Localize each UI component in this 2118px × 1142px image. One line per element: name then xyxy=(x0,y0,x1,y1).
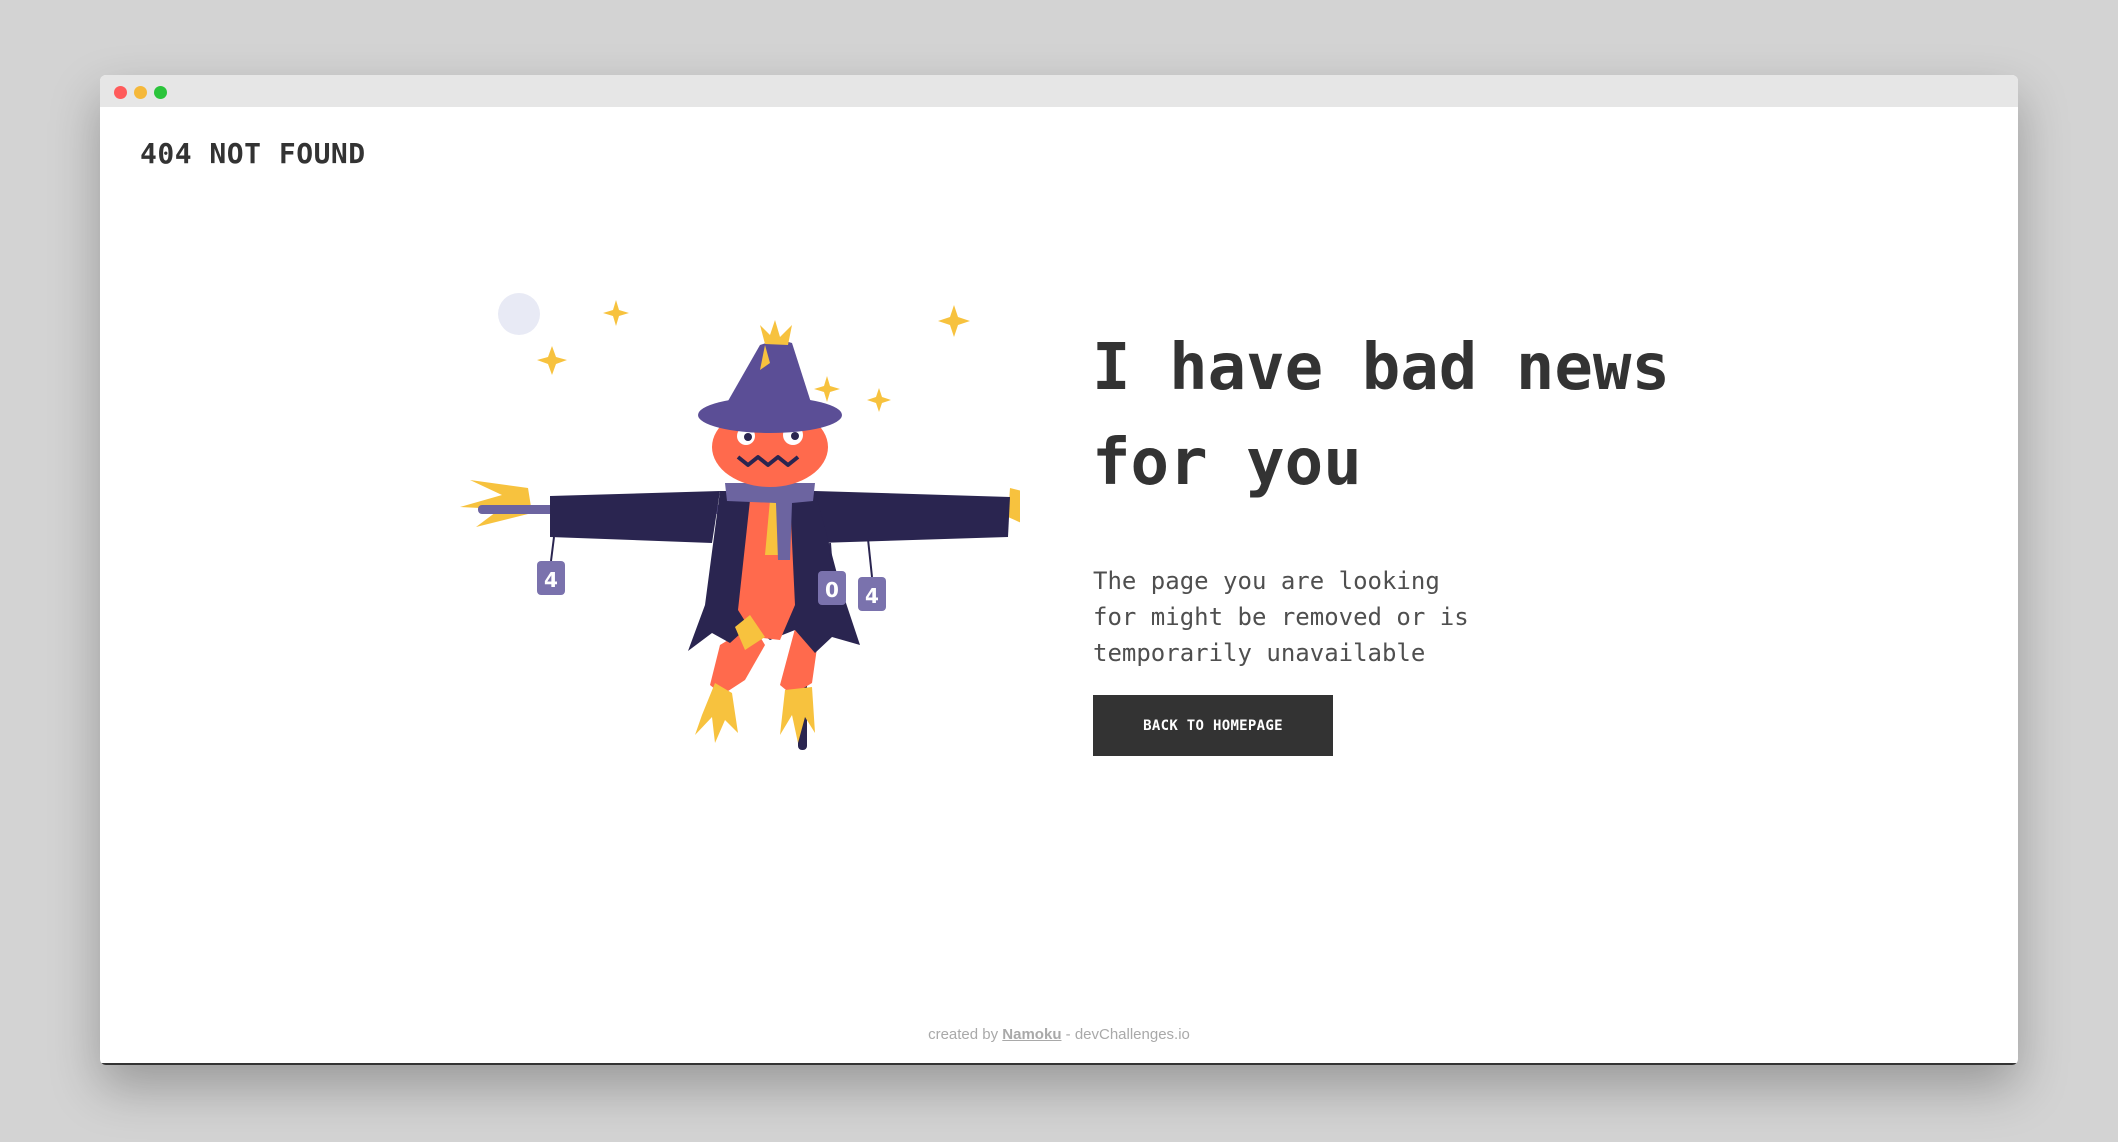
browser-window: 404 NOT FOUND 4 0 4 I have bad news for … xyxy=(100,75,2018,1065)
close-window-button[interactable] xyxy=(114,86,127,99)
can-label-middle: 0 xyxy=(825,578,839,602)
message-line-2: for might be removed or is xyxy=(1093,603,1469,631)
minimize-window-button[interactable] xyxy=(134,86,147,99)
back-to-homepage-button[interactable]: BACK TO HOMEPAGE xyxy=(1093,695,1333,756)
site-logo[interactable]: 404 NOT FOUND xyxy=(140,137,366,170)
straw-foot-left xyxy=(695,683,738,743)
error-message: The page you are looking for might be rem… xyxy=(1093,563,1513,671)
straw-hat xyxy=(760,320,792,345)
headline-line-2: for you xyxy=(1092,426,1362,500)
hat-crown xyxy=(720,339,815,415)
footer-author-link[interactable]: Namoku xyxy=(1002,1026,1061,1043)
page-headline: I have bad news for you xyxy=(1092,321,1792,511)
message-line-3: temporarily unavailable xyxy=(1093,639,1426,667)
can-label-right: 4 xyxy=(865,584,879,608)
headline-line-1: I have bad news xyxy=(1092,331,1670,405)
can-label-left: 4 xyxy=(544,568,558,592)
maximize-window-button[interactable] xyxy=(154,86,167,99)
footer-credit: created by Namoku - devChallenges.io xyxy=(100,1026,2018,1043)
window-bottom-border xyxy=(100,1063,2018,1065)
straw-right xyxy=(1008,488,1020,523)
window-titlebar xyxy=(100,75,2018,107)
coat-right-arm xyxy=(815,491,1010,543)
message-line-1: The page you are looking xyxy=(1093,567,1440,595)
coat-left-arm xyxy=(550,491,720,543)
scarecrow-illustration: 4 0 4 xyxy=(460,293,1020,750)
footer-prefix: created by xyxy=(928,1026,999,1043)
straw-foot-right xyxy=(780,687,815,743)
moon-circle xyxy=(498,293,540,335)
footer-suffix: - devChallenges.io xyxy=(1065,1026,1190,1043)
straw-left xyxy=(460,480,532,527)
